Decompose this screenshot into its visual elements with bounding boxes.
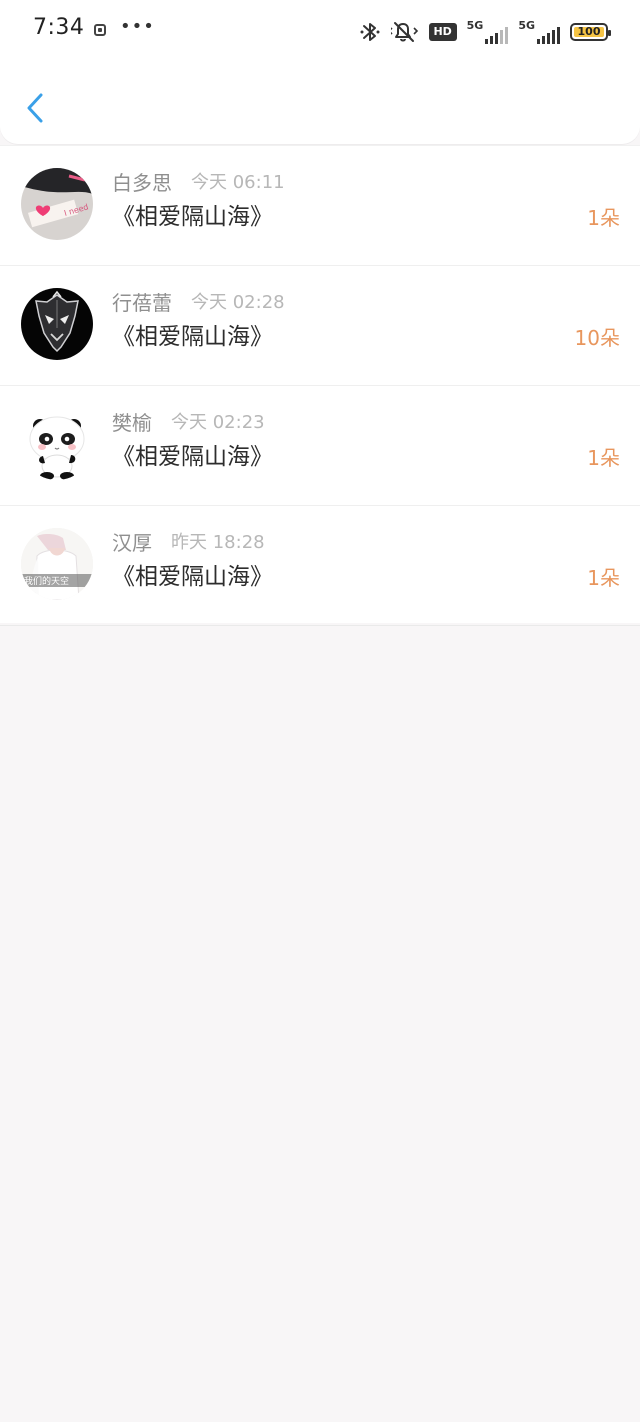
status-time: 7:34 [33, 15, 85, 40]
signal-secondary: 5G [518, 20, 560, 44]
message-time: 昨天 18:28 [171, 532, 265, 553]
list-item[interactable]: 樊榆 今天 02:23 《相爱隔山海》 1朵 [0, 386, 640, 506]
dark-mask-avatar-icon [21, 288, 93, 360]
heart-photo-avatar-icon: I need [21, 168, 93, 240]
portrait-avatar-icon: 我们的天空 [21, 528, 93, 600]
message-time: 今天 02:28 [191, 292, 285, 313]
flower-count: 10朵 [574, 326, 620, 350]
avatar[interactable]: I need [21, 168, 93, 240]
signal-primary: 5G [467, 20, 509, 44]
sender-name: 行蓓蕾 [112, 291, 172, 315]
hd-voice-badge: HD [428, 23, 457, 41]
avatar[interactable]: 我们的天空 [21, 528, 93, 600]
app-notification-icon [94, 24, 106, 36]
mute-vibrate-icon [390, 22, 418, 42]
avatar[interactable] [21, 408, 93, 480]
panda-avatar-icon [21, 408, 93, 480]
sender-line: 行蓓蕾 今天 02:28 [112, 293, 285, 313]
sender-name: 白多思 [112, 171, 172, 195]
list-item[interactable]: 行蓓蕾 今天 02:28 《相爱隔山海》 10朵 [0, 266, 640, 386]
list-item[interactable]: I need 白多思 今天 06:11 《相爱隔山海》 1朵 [0, 146, 640, 266]
header: 7:34 ••• HD 5G 5G 100 [0, 0, 640, 144]
flower-count: 1朵 [587, 566, 620, 590]
sender-line: 汉厚 昨天 18:28 [112, 533, 265, 553]
status-bar: 7:34 ••• HD 5G 5G 100 [0, 0, 640, 62]
battery-icon: 100 [570, 23, 611, 41]
battery-tip [608, 30, 611, 36]
work-title[interactable]: 《相爱隔山海》 [112, 326, 273, 349]
chevron-left-icon [27, 93, 43, 123]
flower-count: 1朵 [587, 206, 620, 230]
work-title[interactable]: 《相爱隔山海》 [112, 446, 273, 469]
signal-bars-icon [485, 26, 509, 44]
avatar-caption: 我们的天空 [24, 575, 69, 587]
back-button[interactable] [20, 88, 50, 128]
sender-line: 白多思 今天 06:11 [112, 173, 285, 193]
signal-bars-icon [537, 26, 560, 44]
work-title[interactable]: 《相爱隔山海》 [112, 566, 273, 589]
message-time: 今天 02:23 [171, 412, 265, 433]
status-icons: HD 5G 5G 100 [359, 18, 611, 46]
network-type-label: 5G [466, 19, 484, 32]
sender-name: 樊榆 [112, 411, 152, 435]
work-title[interactable]: 《相爱隔山海》 [112, 206, 273, 229]
network-type-label: 5G [518, 19, 535, 32]
more-status-icon: ••• [120, 16, 155, 37]
sender-line: 樊榆 今天 02:23 [112, 413, 265, 433]
battery-level: 100 [577, 25, 601, 38]
sender-name: 汉厚 [112, 531, 152, 555]
message-time: 今天 06:11 [191, 172, 285, 193]
avatar[interactable] [21, 288, 93, 360]
flower-count: 1朵 [587, 446, 620, 470]
list-item[interactable]: 我们的天空 汉厚 昨天 18:28 《相爱隔山海》 1朵 [0, 506, 640, 626]
bluetooth-icon [360, 23, 380, 41]
gift-message-list: I need 白多思 今天 06:11 《相爱隔山海》 1朵 行蓓蕾 今天 02… [0, 145, 640, 626]
